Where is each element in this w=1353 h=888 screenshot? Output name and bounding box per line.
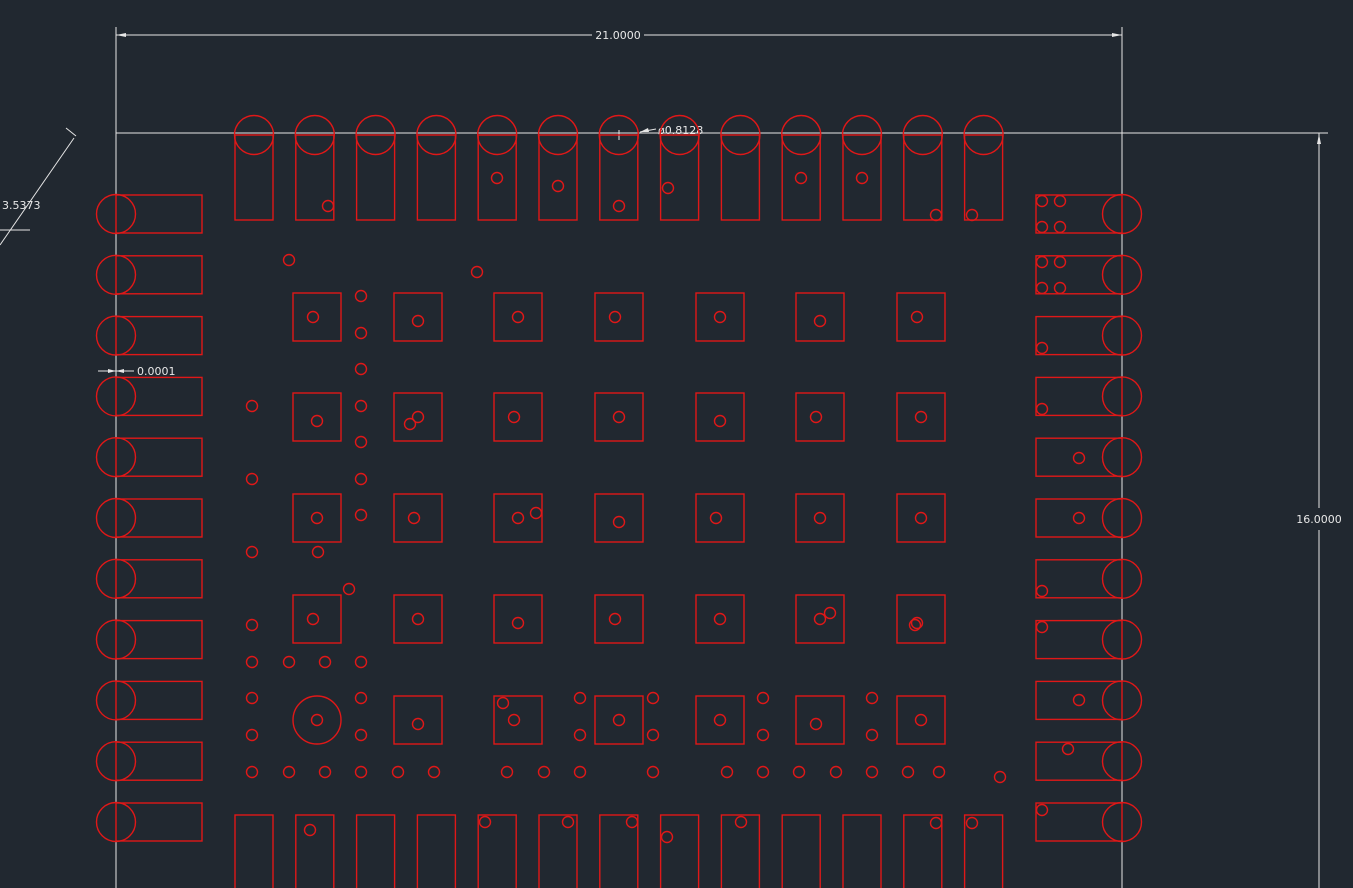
gap-dimension-text[interactable]: 0.0001 xyxy=(137,365,176,378)
cad-drawing-canvas[interactable]: 21.0000 16.0000 ø0.8128 3.5373 0.0001 xyxy=(0,0,1353,888)
aligned-dimension-text[interactable]: 3.5373 xyxy=(2,199,41,212)
height-dimension-text[interactable]: 16.0000 xyxy=(1296,513,1342,526)
width-dimension-text[interactable]: 21.0000 xyxy=(595,29,641,42)
